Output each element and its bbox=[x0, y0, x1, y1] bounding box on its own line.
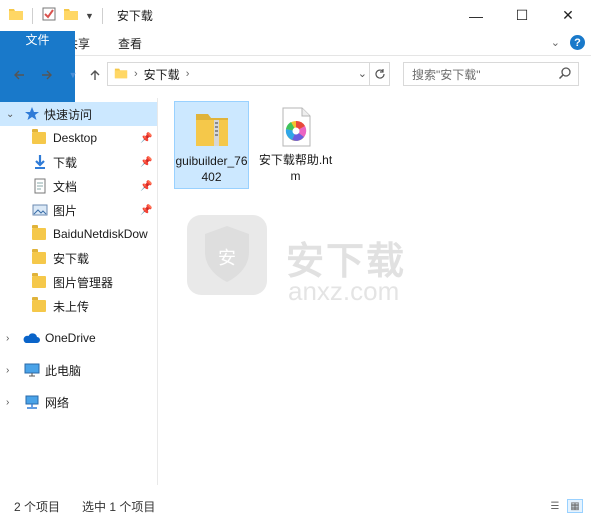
details-view-button[interactable]: ☰ bbox=[547, 499, 563, 513]
ribbon-tabs: 文件 主页 共享 查看 ⌄ ? bbox=[0, 31, 591, 119]
svg-text:安: 安 bbox=[218, 248, 236, 269]
file-name: 安下载帮助.htm bbox=[258, 153, 333, 183]
file-name: guibuilder_76402 bbox=[175, 154, 248, 184]
properties-icon[interactable] bbox=[41, 6, 57, 25]
folder-icon bbox=[114, 66, 128, 83]
document-icon bbox=[32, 178, 48, 194]
search-input[interactable]: 搜索"安下载" bbox=[403, 62, 579, 86]
chevron-right-icon[interactable]: › bbox=[134, 68, 138, 80]
htm-file-icon bbox=[279, 107, 313, 150]
shield-logo-icon: 安 bbox=[184, 212, 270, 301]
folder-icon bbox=[32, 225, 48, 242]
quick-access[interactable]: ⌄ 快速访问 bbox=[0, 102, 157, 126]
folder-icon bbox=[8, 6, 24, 25]
toolbar-divider bbox=[101, 7, 103, 24]
back-button[interactable] bbox=[8, 64, 30, 86]
file-item[interactable]: 安下载帮助.htm bbox=[258, 101, 333, 189]
sidebar-item-label: 文档 bbox=[53, 179, 78, 194]
sidebar-item-onedrive[interactable]: › OneDrive bbox=[0, 326, 157, 350]
sidebar-item-picture-manager[interactable]: 图片管理器 bbox=[0, 270, 157, 294]
expanded-chevron-icon[interactable]: ⌄ bbox=[6, 109, 14, 120]
tab-view[interactable]: 查看 bbox=[104, 31, 156, 55]
selection-count: 选中 1 个项目 bbox=[82, 499, 156, 514]
search-placeholder: 搜索"安下载" bbox=[412, 67, 481, 82]
sidebar-item-label: 安下载 bbox=[53, 251, 90, 266]
sidebar-item-desktop[interactable]: Desktop 📌 bbox=[0, 126, 157, 150]
chevron-right-icon[interactable]: › bbox=[6, 397, 9, 408]
picture-icon bbox=[32, 202, 48, 218]
status-bar: 2 个项目 选中 1 个项目 ☰ ▦ bbox=[0, 497, 591, 515]
computer-icon bbox=[24, 362, 40, 378]
recent-locations-dropdown[interactable]: ▼ bbox=[62, 64, 84, 86]
star-icon bbox=[24, 106, 40, 122]
chevron-right-icon[interactable]: › bbox=[6, 333, 9, 344]
sidebar-item-label: 图片 bbox=[53, 203, 78, 218]
pin-icon[interactable]: 📌 bbox=[140, 157, 152, 168]
back-arrow-icon bbox=[14, 70, 24, 80]
folder-icon bbox=[32, 273, 48, 290]
customize-toolbar-dropdown-icon[interactable]: ▼ bbox=[85, 11, 94, 21]
sidebar-item-baidunetdisk[interactable]: BaiduNetdiskDow bbox=[0, 222, 157, 246]
folder-icon bbox=[32, 249, 48, 266]
sidebar-item-label: 下载 bbox=[53, 155, 78, 170]
item-count: 2 个项目 bbox=[14, 499, 61, 514]
chevron-right-icon[interactable]: › bbox=[6, 365, 9, 376]
folder-blue-icon bbox=[32, 129, 48, 146]
forward-button[interactable] bbox=[36, 64, 58, 86]
maximize-button[interactable]: ☐ bbox=[499, 0, 545, 31]
sidebar-item-label: BaiduNetdiskDow bbox=[53, 227, 148, 241]
large-icons-view-button[interactable]: ▦ bbox=[567, 499, 583, 513]
navigation-pane: ⌄ 快速访问 Desktop 📌 下载 📌 文档 📌 图片 📌 BaiduNet… bbox=[0, 98, 158, 485]
search-icon[interactable] bbox=[558, 66, 572, 83]
refresh-button[interactable] bbox=[369, 63, 389, 85]
quick-access-label: 快速访问 bbox=[44, 107, 93, 122]
pin-icon[interactable]: 📌 bbox=[140, 181, 152, 192]
watermark: 安 安下载 anxz.com bbox=[184, 212, 424, 306]
address-bar[interactable]: › 安下载 › ⌄ bbox=[107, 62, 390, 86]
sidebar-item-label: 网络 bbox=[45, 395, 70, 410]
help-icon[interactable]: ? bbox=[570, 35, 585, 50]
sidebar-item-this-pc[interactable]: › 此电脑 bbox=[0, 358, 157, 382]
zip-folder-icon bbox=[194, 108, 230, 151]
sidebar-item-not-uploaded[interactable]: 未上传 bbox=[0, 294, 157, 318]
window-title: 安下载 bbox=[116, 9, 153, 23]
navigation-row: ▼ › 安下载 › ⌄ 搜索"安下载" bbox=[0, 62, 591, 88]
address-dropdown-icon[interactable]: ⌄ bbox=[358, 67, 367, 80]
network-icon bbox=[24, 394, 40, 410]
quick-access-toolbar: ▼ 安下载 bbox=[0, 0, 153, 31]
sidebar-item-label: Desktop bbox=[53, 131, 98, 145]
file-item[interactable]: guibuilder_76402 bbox=[174, 101, 249, 189]
sidebar-item-downloads[interactable]: 下载 📌 bbox=[0, 150, 157, 174]
sidebar-item-documents[interactable]: 文档 📌 bbox=[0, 174, 157, 198]
sidebar-item-label: 图片管理器 bbox=[53, 275, 114, 290]
sidebar-item-label: OneDrive bbox=[45, 331, 96, 345]
new-folder-icon[interactable] bbox=[63, 6, 79, 25]
chevron-right-icon[interactable]: › bbox=[186, 68, 190, 80]
cloud-icon bbox=[22, 331, 40, 347]
watermark-url: anxz.com bbox=[288, 276, 400, 306]
download-arrow-icon bbox=[32, 154, 48, 170]
sidebar-item-label: 此电脑 bbox=[45, 363, 82, 378]
expand-ribbon-icon[interactable]: ⌄ bbox=[551, 36, 560, 49]
sidebar-item-anxiazai[interactable]: 安下载 bbox=[0, 246, 157, 270]
up-arrow-icon bbox=[90, 70, 100, 80]
minimize-button[interactable]: — bbox=[453, 0, 499, 31]
up-button[interactable] bbox=[84, 64, 106, 86]
pin-icon[interactable]: 📌 bbox=[140, 133, 152, 144]
sidebar-item-pictures[interactable]: 图片 📌 bbox=[0, 198, 157, 222]
folder-icon bbox=[32, 297, 48, 314]
refresh-icon bbox=[374, 69, 385, 79]
file-list: guibuilder_76402 安下载帮助.htm 安 安下载 anxz.co… bbox=[159, 98, 591, 485]
breadcrumb-current[interactable]: 安下载 bbox=[144, 66, 180, 83]
forward-arrow-icon bbox=[42, 70, 52, 80]
close-button[interactable]: ✕ bbox=[545, 0, 591, 31]
title-bar: ▼ 安下载 — ☐ ✕ bbox=[0, 0, 591, 31]
sidebar-item-label: 未上传 bbox=[53, 299, 90, 314]
sidebar-item-network[interactable]: › 网络 bbox=[0, 390, 157, 414]
toolbar-divider bbox=[32, 7, 33, 24]
pin-icon[interactable]: 📌 bbox=[140, 205, 152, 216]
